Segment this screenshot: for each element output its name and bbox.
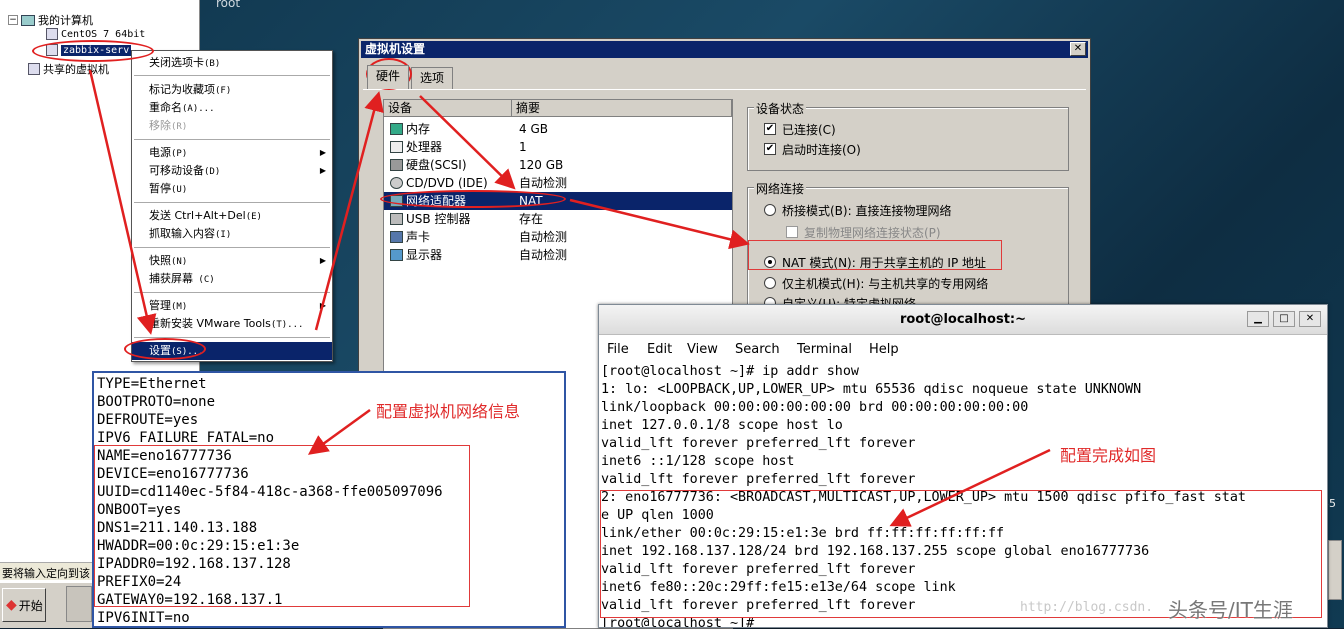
tab-hardware[interactable]: 硬件	[367, 65, 409, 89]
arrow-network-to-nat	[569, 198, 750, 250]
arrow-vm-to-settings	[88, 69, 157, 335]
annotation-arrows	[88, 69, 1051, 527]
arrow-hardware-to-network	[419, 95, 516, 190]
arrow-to-config	[307, 408, 371, 455]
arrow-to-eno	[889, 448, 1051, 527]
watermark-brand: 头条号/IT生涯	[1168, 598, 1293, 622]
arrow-settings-to-hardware	[314, 91, 384, 331]
watermark-url: http://blog.csdn.	[1020, 600, 1154, 615]
